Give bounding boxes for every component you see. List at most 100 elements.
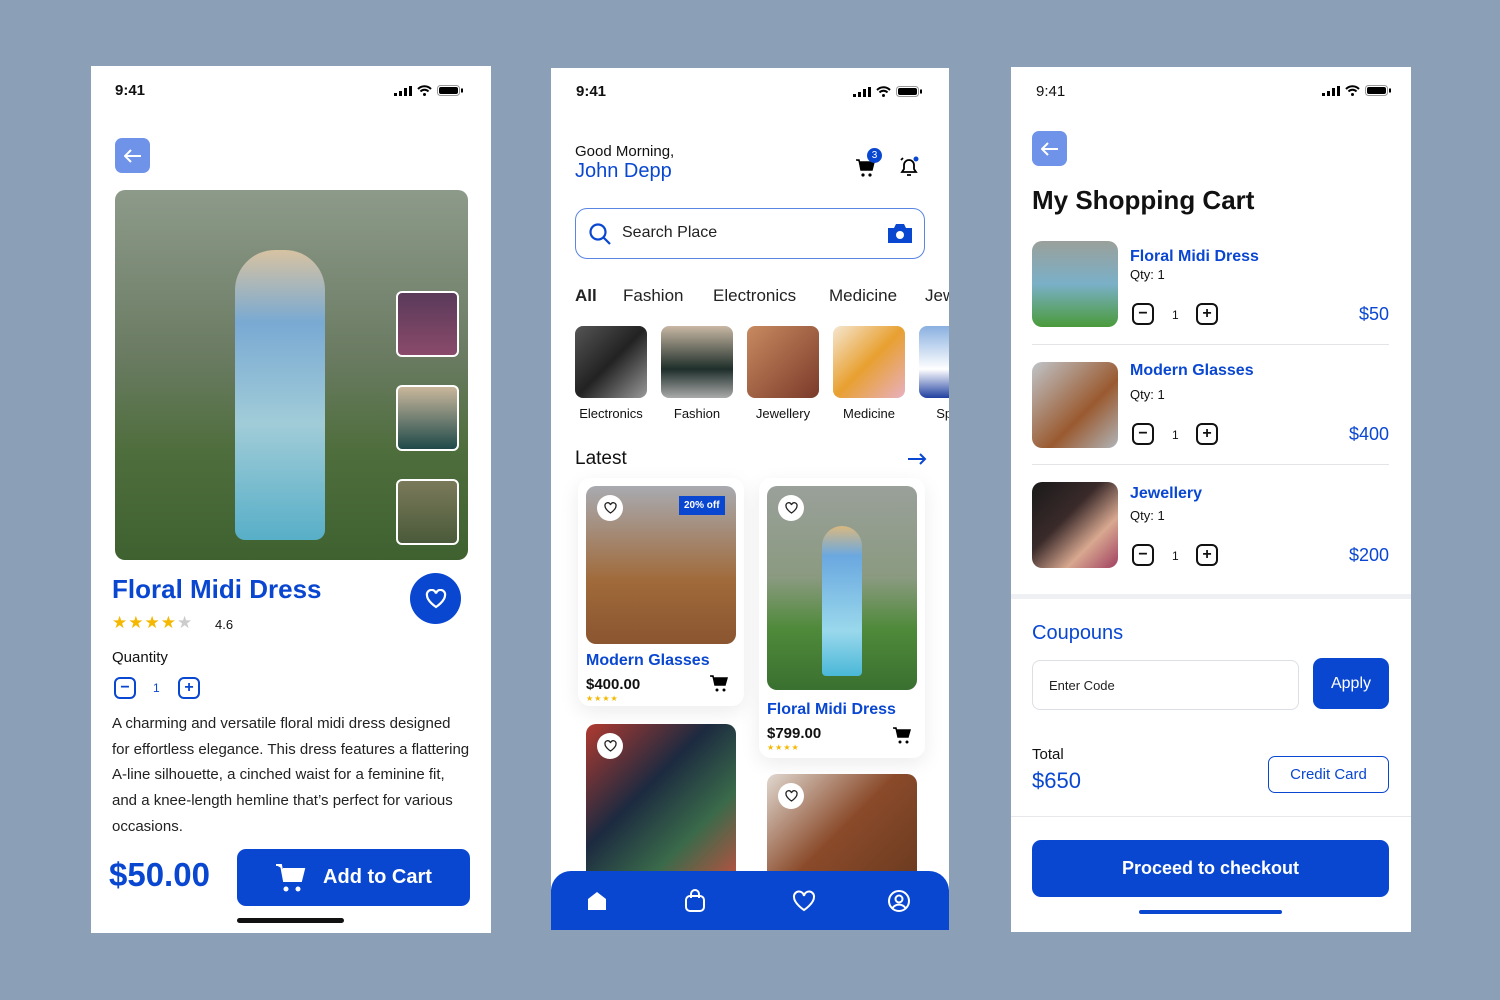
section-separator xyxy=(1011,594,1411,599)
add-to-cart-icon[interactable] xyxy=(892,726,911,744)
quantity-value: 1 xyxy=(1172,428,1179,442)
camera-icon[interactable] xyxy=(887,223,913,244)
status-time: 9:41 xyxy=(576,83,607,100)
increase-quantity-button[interactable]: + xyxy=(1196,544,1218,566)
arrow-left-icon xyxy=(1040,141,1058,156)
rating-stars: ★★★★★ xyxy=(112,613,194,632)
quantity-value: 1 xyxy=(1172,308,1179,322)
signal-icon xyxy=(1322,85,1340,96)
arrow-right-icon[interactable] xyxy=(907,453,927,465)
bell-icon xyxy=(900,156,919,176)
category-jewellery-image[interactable] xyxy=(747,326,819,398)
payment-method-button[interactable]: Credit Card xyxy=(1268,756,1389,793)
category-electronics-image[interactable] xyxy=(575,326,647,398)
home-indicator xyxy=(1139,910,1282,914)
tab-electronics[interactable]: Electronics xyxy=(713,286,796,306)
cart-screen: 9:41 My Shopping Cart Floral Midi Dress … xyxy=(1011,67,1411,932)
category-label: Jewellery xyxy=(755,406,811,421)
checkout-button[interactable]: Proceed to checkout xyxy=(1032,840,1389,897)
increase-quantity-button[interactable]: + xyxy=(1196,303,1218,325)
decrease-quantity-button[interactable]: − xyxy=(1132,423,1154,445)
home-indicator xyxy=(237,918,344,923)
home-icon[interactable] xyxy=(586,890,608,912)
heart-icon[interactable] xyxy=(792,890,816,912)
back-button[interactable] xyxy=(115,138,150,173)
coupon-input[interactable]: Enter Code xyxy=(1032,660,1299,710)
back-button[interactable] xyxy=(1032,131,1067,166)
status-icons xyxy=(394,85,463,96)
product-title: Floral Midi Dress xyxy=(112,574,322,604)
tab-all[interactable]: All xyxy=(575,286,597,306)
rating-value: 4.6 xyxy=(215,617,234,632)
divider xyxy=(1032,344,1389,345)
category-label: Fashion xyxy=(673,406,721,421)
quantity-label: Quantity xyxy=(112,649,168,666)
add-to-cart-button[interactable]: Add to Cart xyxy=(237,849,470,906)
thumbnail-1[interactable] xyxy=(396,291,459,357)
product-stars: ★★★★ xyxy=(767,743,800,752)
user-name: John Depp xyxy=(575,160,672,182)
category-fashion-image[interactable] xyxy=(661,326,733,398)
product-description: A charming and versatile floral midi dre… xyxy=(112,715,470,835)
add-to-cart-label: Add to Cart xyxy=(323,866,432,888)
heart-icon xyxy=(784,790,798,802)
signal-icon xyxy=(394,85,412,96)
product-price: $50.00 xyxy=(109,856,210,893)
status-icons xyxy=(1322,85,1391,96)
tab-fashion[interactable]: Fashion xyxy=(623,286,683,306)
increase-quantity-button[interactable]: + xyxy=(178,677,200,699)
favorite-button[interactable] xyxy=(410,573,461,624)
latest-heading: Latest xyxy=(575,448,627,469)
decrease-quantity-button[interactable]: − xyxy=(114,677,136,699)
favorite-button[interactable] xyxy=(597,495,623,521)
search-input[interactable]: Search Place xyxy=(622,224,717,242)
heart-icon xyxy=(603,502,617,514)
cart-item-price: $200 xyxy=(1348,545,1389,565)
decrease-quantity-button[interactable]: − xyxy=(1132,303,1154,325)
thumbnail-2[interactable] xyxy=(396,385,459,451)
product-name: Floral Midi Dress xyxy=(767,701,896,718)
category-medicine-image[interactable] xyxy=(833,326,905,398)
add-to-cart-icon[interactable] xyxy=(709,674,728,692)
coupons-heading: Coupouns xyxy=(1032,622,1124,644)
product-name: Modern Glasses xyxy=(586,652,710,669)
quantity-value: 1 xyxy=(153,681,160,695)
wifi-icon xyxy=(417,85,432,96)
cart-item-image xyxy=(1032,362,1118,448)
cart-item-name: Modern Glasses xyxy=(1130,362,1254,379)
product-detail-screen: 9:41 Floral Midi Dress ★★★★★ 4.6 Quantit… xyxy=(91,66,491,933)
user-icon[interactable] xyxy=(887,889,911,913)
status-time: 9:41 xyxy=(1036,83,1066,100)
heart-icon xyxy=(784,502,798,514)
bag-icon[interactable] xyxy=(684,889,706,913)
status-time: 9:41 xyxy=(115,82,146,99)
wifi-icon xyxy=(1345,85,1360,96)
search-bar[interactable]: Search Place xyxy=(575,208,925,259)
tab-medicine[interactable]: Medicine xyxy=(829,286,897,306)
cart-item-price: $400 xyxy=(1348,424,1389,444)
battery-icon xyxy=(1365,85,1391,96)
cart-item-image xyxy=(1032,482,1118,568)
cart-button[interactable]: 3 xyxy=(855,148,882,183)
category-sports-image[interactable] xyxy=(919,326,949,398)
favorite-button[interactable] xyxy=(778,783,804,809)
bottom-nav xyxy=(551,871,949,930)
cart-icon xyxy=(276,863,306,891)
page-title: My Shopping Cart xyxy=(1032,185,1255,215)
battery-icon xyxy=(437,85,463,96)
search-icon xyxy=(589,223,611,245)
favorite-button[interactable] xyxy=(778,495,804,521)
battery-icon xyxy=(896,86,922,97)
thumbnail-3[interactable] xyxy=(396,479,459,545)
category-label: Sports xyxy=(936,406,949,421)
apply-button[interactable]: Apply xyxy=(1313,658,1389,709)
decrease-quantity-button[interactable]: − xyxy=(1132,544,1154,566)
heart-icon xyxy=(603,740,617,752)
favorite-button[interactable] xyxy=(597,733,623,759)
increase-quantity-button[interactable]: + xyxy=(1196,423,1218,445)
total-label: Total xyxy=(1032,746,1064,763)
tab-jewellery[interactable]: Jewellery xyxy=(925,286,949,306)
notification-button[interactable] xyxy=(898,156,920,183)
greeting: Good Morning, xyxy=(575,143,675,160)
divider xyxy=(1032,464,1389,465)
